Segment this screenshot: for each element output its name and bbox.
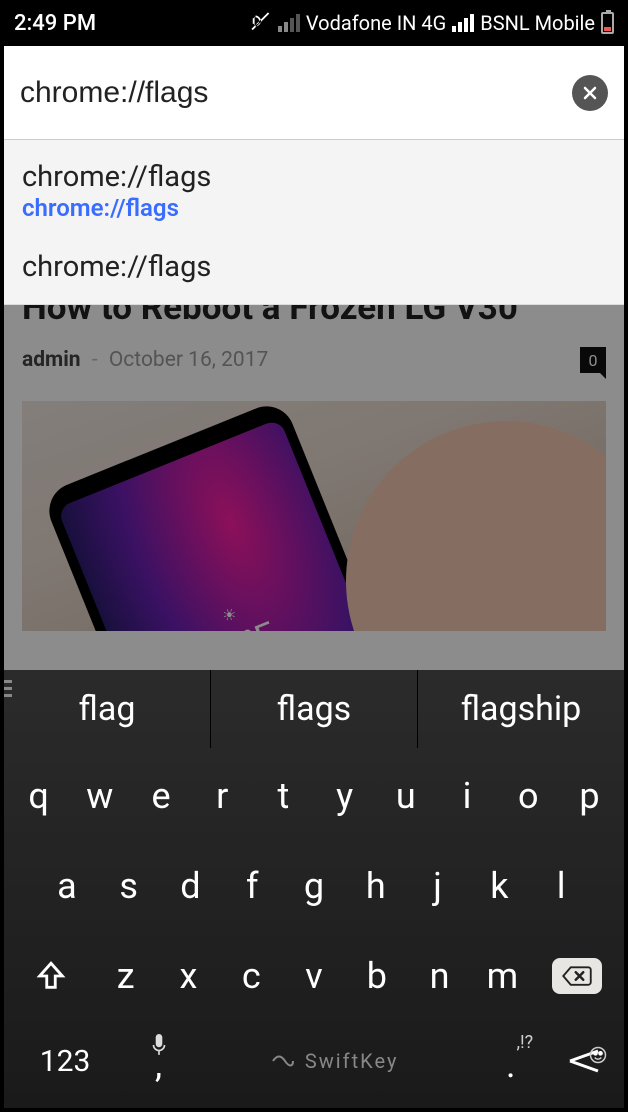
keyboard-brand: SwiftKey [271, 1049, 399, 1073]
key-enter[interactable] [549, 1024, 618, 1098]
key-y[interactable]: y [316, 754, 373, 838]
keyboard-row-2: a s d f g h j k l [10, 844, 618, 928]
status-bar: 2:49 PM Vodafone IN 4G BSNL Mobile [4, 0, 624, 46]
mic-icon [150, 1034, 168, 1056]
keyboard-row-4: 123 , SwiftKey ,!? . [10, 1024, 618, 1098]
address-input[interactable] [20, 76, 562, 110]
battery-icon [601, 12, 614, 34]
key-u[interactable]: u [377, 754, 434, 838]
key-space[interactable]: SwiftKey [197, 1024, 472, 1098]
keyboard-suggestion[interactable]: flag [4, 670, 211, 748]
key-shift[interactable] [10, 934, 92, 1018]
key-l[interactable]: l [532, 844, 590, 928]
shift-icon [34, 959, 68, 993]
swiftkey-logo-icon [271, 1052, 295, 1070]
key-f[interactable]: f [223, 844, 281, 928]
suggestion-title: chrome://flags [22, 160, 606, 194]
status-time: 2:49 PM [14, 11, 96, 36]
key-e[interactable]: e [132, 754, 189, 838]
key-q[interactable]: q [10, 754, 67, 838]
cursor-control-icon [4, 680, 12, 738]
key-i[interactable]: i [438, 754, 495, 838]
key-t[interactable]: t [255, 754, 312, 838]
key-n[interactable]: n [410, 934, 469, 1018]
suggestion-title: chrome://flags [22, 250, 606, 284]
key-r[interactable]: r [194, 754, 251, 838]
key-v[interactable]: v [285, 934, 344, 1018]
emoji-icon [588, 1032, 608, 1074]
key-b[interactable]: b [347, 934, 406, 1018]
carrier-1: Vodafone IN 4G [306, 11, 446, 35]
key-numbers[interactable]: 123 [10, 1024, 120, 1098]
key-j[interactable]: j [409, 844, 467, 928]
key-m[interactable]: m [473, 934, 532, 1018]
symbol-hint: ,!? [516, 1032, 533, 1053]
key-comma[interactable]: , [124, 1024, 193, 1098]
key-s[interactable]: s [100, 844, 158, 928]
vibrate-mute-icon [250, 10, 272, 37]
clear-input-button[interactable] [572, 75, 608, 111]
key-k[interactable]: k [470, 844, 528, 928]
key-w[interactable]: w [71, 754, 128, 838]
keyboard-suggestion[interactable]: flags [211, 670, 418, 748]
keyboard-row-3: z x c v b n m [10, 934, 618, 1018]
key-c[interactable]: c [222, 934, 281, 1018]
key-period[interactable]: ,!? . [476, 1024, 545, 1098]
status-right: Vodafone IN 4G BSNL Mobile [250, 10, 614, 37]
key-z[interactable]: z [96, 934, 155, 1018]
omnibox [4, 46, 624, 140]
key-o[interactable]: o [500, 754, 557, 838]
close-icon [580, 83, 600, 103]
carrier-2: BSNL Mobile [480, 11, 595, 35]
backspace-icon [562, 964, 592, 988]
key-backspace[interactable] [536, 934, 618, 1018]
keyboard-suggestion[interactable]: flagship [418, 670, 624, 748]
keyboard: flag flags flagship q w e r t y u i o p … [4, 670, 624, 1108]
signal-icon-1 [278, 14, 300, 32]
omnibox-suggestions: chrome://flags chrome://flags chrome://f… [4, 140, 624, 305]
key-d[interactable]: d [162, 844, 220, 928]
suggestion-url: chrome://flags [22, 194, 606, 222]
key-g[interactable]: g [285, 844, 343, 928]
signal-icon-2 [452, 14, 474, 32]
key-x[interactable]: x [159, 934, 218, 1018]
key-p[interactable]: p [561, 754, 618, 838]
keyboard-row-1: q w e r t y u i o p [10, 754, 618, 838]
key-h[interactable]: h [347, 844, 405, 928]
keyboard-suggestion-row: flag flags flagship [4, 670, 624, 748]
background-page: How to Reboot a Frozen LG V30 admin - Oc… [4, 305, 624, 670]
key-a[interactable]: a [38, 844, 96, 928]
suggestion-item[interactable]: chrome://flags chrome://flags chrome://f… [4, 140, 624, 304]
